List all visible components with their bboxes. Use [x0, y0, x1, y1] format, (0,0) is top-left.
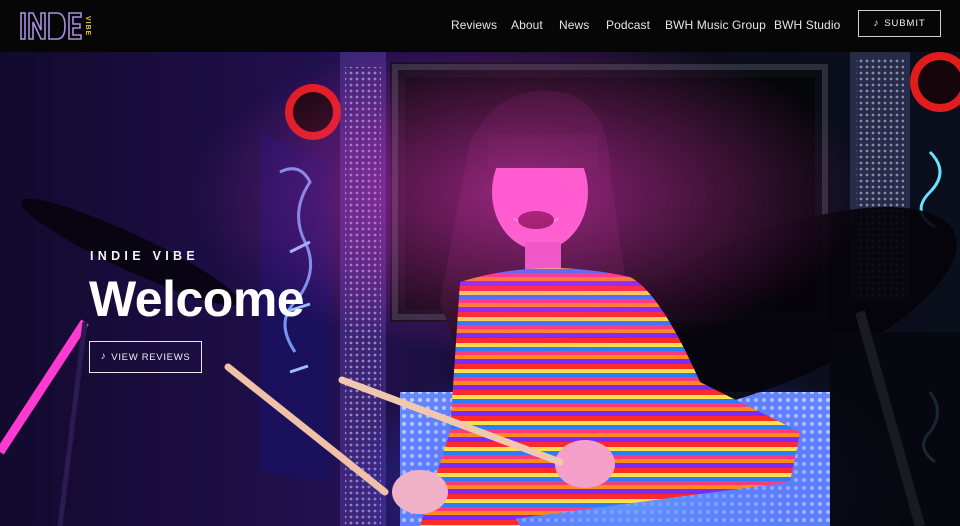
nav-reviews[interactable]: Reviews [451, 18, 497, 32]
hero-kicker: INDIE VIBE [90, 249, 199, 263]
svg-text:VIBE: VIBE [84, 16, 91, 36]
hero-banner: INDIE VIBE Welcome ♪ VIEW REVIEWS [0, 52, 960, 526]
nav-bwh-music-group[interactable]: BWH Music Group [665, 18, 766, 32]
nav-about[interactable]: About [511, 18, 543, 32]
music-note-icon: ♪ [100, 351, 107, 362]
view-reviews-button[interactable]: ♪ VIEW REVIEWS [89, 341, 202, 373]
nav-bwh-studio[interactable]: BWH Studio [774, 18, 840, 32]
nav-podcast[interactable]: Podcast [606, 18, 650, 32]
nav-news[interactable]: News [559, 18, 589, 32]
submit-label: SUBMIT [884, 18, 926, 29]
indie-vibe-logo[interactable]: VIBE [20, 10, 102, 42]
hero-title: Welcome [89, 271, 305, 327]
music-note-icon: ♪ [873, 17, 880, 29]
view-reviews-label: VIEW REVIEWS [111, 351, 191, 363]
top-navigation-bar: VIBE Reviews About News Podcast BWH Musi… [0, 0, 960, 52]
submit-button[interactable]: ♪ SUBMIT [858, 10, 941, 37]
